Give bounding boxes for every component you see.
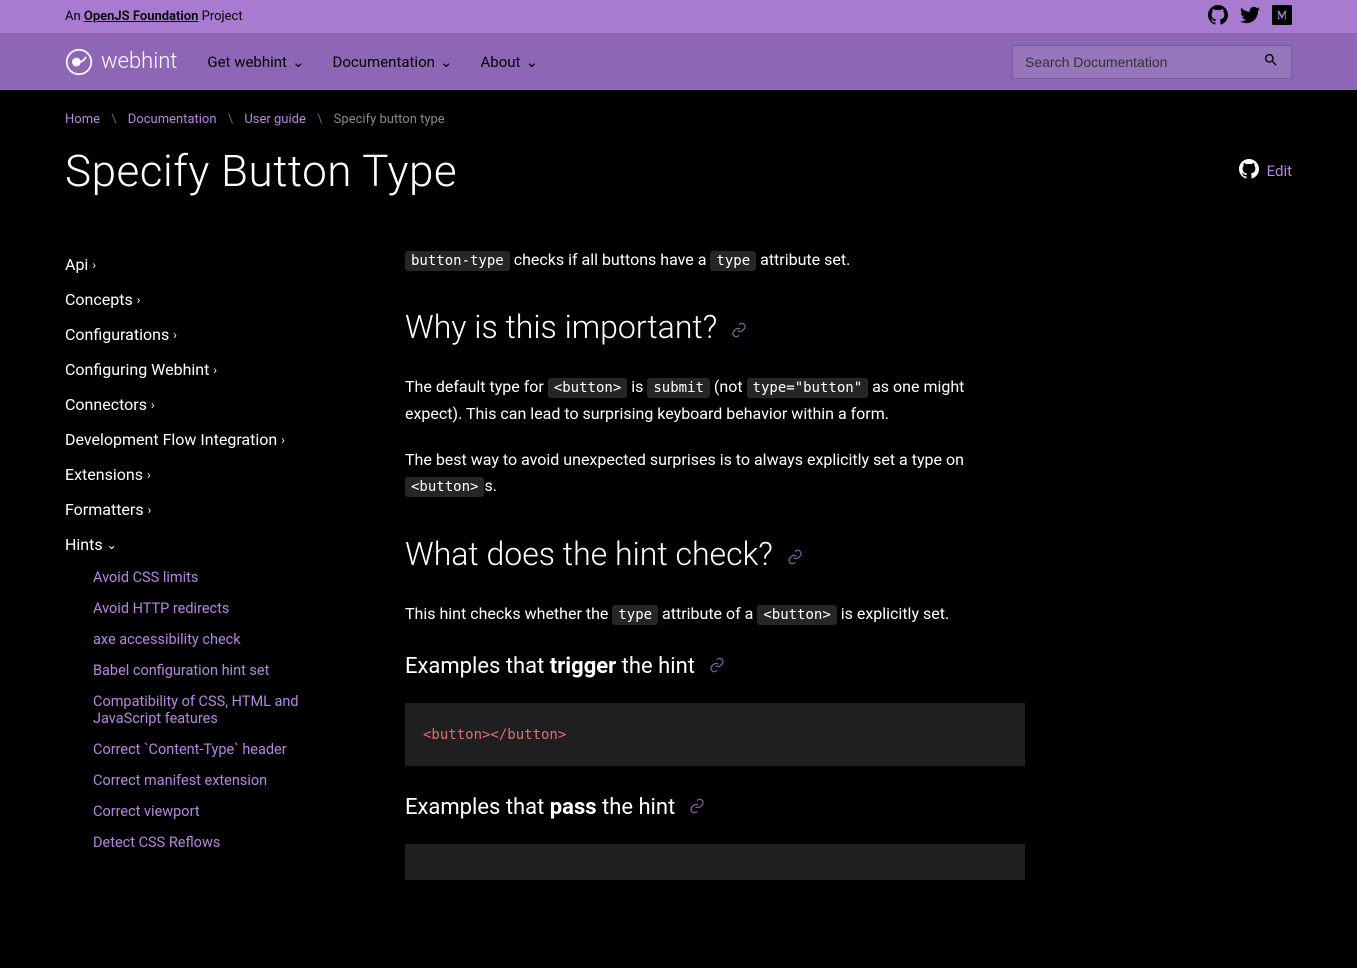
heading-trigger: Examples that trigger the hint [405, 649, 1025, 685]
sidebar-item-connectors[interactable]: Connectors› [65, 387, 365, 422]
sidebar-subitem[interactable]: Avoid HTTP redirects [65, 593, 365, 624]
chevron-right-icon: › [281, 433, 285, 447]
chevron-right-icon: › [147, 468, 151, 482]
chevron-down-icon: ⌄ [107, 538, 117, 552]
sidebar-subitem[interactable]: axe accessibility check [65, 624, 365, 655]
code-block-pass [405, 844, 1025, 880]
foundation-text: An OpenJS Foundation Project [65, 9, 243, 24]
chevron-right-icon: › [148, 503, 152, 517]
sidebar-item-dev-flow[interactable]: Development Flow Integration› [65, 422, 365, 457]
search-box[interactable] [1012, 45, 1292, 79]
code-block-trigger: <button></button> [405, 703, 1025, 765]
why-p1: The default type for <button> is submit … [405, 374, 1025, 427]
heading-why: Why is this important? [405, 301, 1025, 354]
why-p2: The best way to avoid unexpected surpris… [405, 447, 1025, 500]
chevron-down-icon: ⌄ [440, 53, 453, 71]
sidebar-item-hints[interactable]: Hints⌄ [65, 527, 365, 562]
page-title: Specify Button Type [65, 145, 457, 197]
what-p: This hint checks whether the type attrib… [405, 601, 1025, 627]
article-content: button-type checks if all buttons have a… [405, 247, 1025, 904]
chevron-right-icon: › [151, 398, 155, 412]
breadcrumb: Home \ Documentation \ User guide \ Spec… [65, 90, 1292, 145]
sidebar-item-extensions[interactable]: Extensions› [65, 457, 365, 492]
chevron-right-icon: › [92, 258, 96, 272]
nav-bar: webhint Get webhint ⌄ Documentation ⌄ Ab… [0, 33, 1357, 90]
sidebar-subitem[interactable]: Detect CSS Reflows [65, 827, 365, 858]
breadcrumb-guide[interactable]: User guide [244, 112, 306, 127]
top-announcement-bar: An OpenJS Foundation Project [0, 0, 1357, 33]
search-icon[interactable] [1263, 52, 1279, 72]
chevron-down-icon: ⌄ [292, 53, 305, 71]
github-icon [1239, 159, 1259, 183]
heading-what: What does the hint check? [405, 528, 1025, 581]
sidebar-subitem[interactable]: Correct manifest extension [65, 765, 365, 796]
sidebar-subitem[interactable]: Babel configuration hint set [65, 655, 365, 686]
chevron-down-icon: ⌄ [525, 53, 538, 71]
intro-paragraph: button-type checks if all buttons have a… [405, 247, 1025, 273]
sidebar-subitem[interactable]: Correct viewport [65, 796, 365, 827]
breadcrumb-docs[interactable]: Documentation [128, 112, 217, 127]
openjs-link[interactable]: OpenJS Foundation [84, 9, 199, 24]
sidebar-subitem[interactable]: Avoid CSS limits [65, 562, 365, 593]
chevron-right-icon: › [213, 363, 217, 377]
link-icon[interactable] [689, 790, 705, 826]
medium-icon[interactable] [1272, 5, 1292, 29]
breadcrumb-current: Specify button type [334, 112, 445, 127]
logo[interactable]: webhint [65, 48, 177, 76]
sidebar-subitem[interactable]: Compatibility of CSS, HTML and JavaScrip… [65, 686, 365, 734]
chevron-right-icon: › [173, 328, 177, 342]
social-icons [1208, 5, 1292, 29]
search-input[interactable] [1025, 54, 1263, 70]
sidebar-item-concepts[interactable]: Concepts› [65, 282, 365, 317]
sidebar-item-configuring-webhint[interactable]: Configuring Webhint› [65, 352, 365, 387]
link-icon[interactable] [787, 528, 803, 581]
chevron-right-icon: › [137, 293, 141, 307]
heading-pass: Examples that pass the hint [405, 790, 1025, 826]
sidebar-item-api[interactable]: Api› [65, 247, 365, 282]
twitter-icon[interactable] [1240, 5, 1260, 29]
github-icon[interactable] [1208, 5, 1228, 29]
nav-documentation[interactable]: Documentation ⌄ [333, 53, 453, 71]
nav-get-webhint[interactable]: Get webhint ⌄ [207, 53, 304, 71]
sidebar-item-formatters[interactable]: Formatters› [65, 492, 365, 527]
breadcrumb-home[interactable]: Home [65, 112, 100, 127]
sidebar-subitem[interactable]: Correct `Content-Type` header [65, 734, 365, 765]
edit-link[interactable]: Edit [1239, 159, 1292, 183]
sidebar-item-configurations[interactable]: Configurations› [65, 317, 365, 352]
nav-about[interactable]: About ⌄ [480, 53, 538, 71]
link-icon[interactable] [709, 649, 725, 685]
sidebar: Api› Concepts› Configurations› Configuri… [65, 247, 365, 904]
link-icon[interactable] [731, 301, 747, 354]
